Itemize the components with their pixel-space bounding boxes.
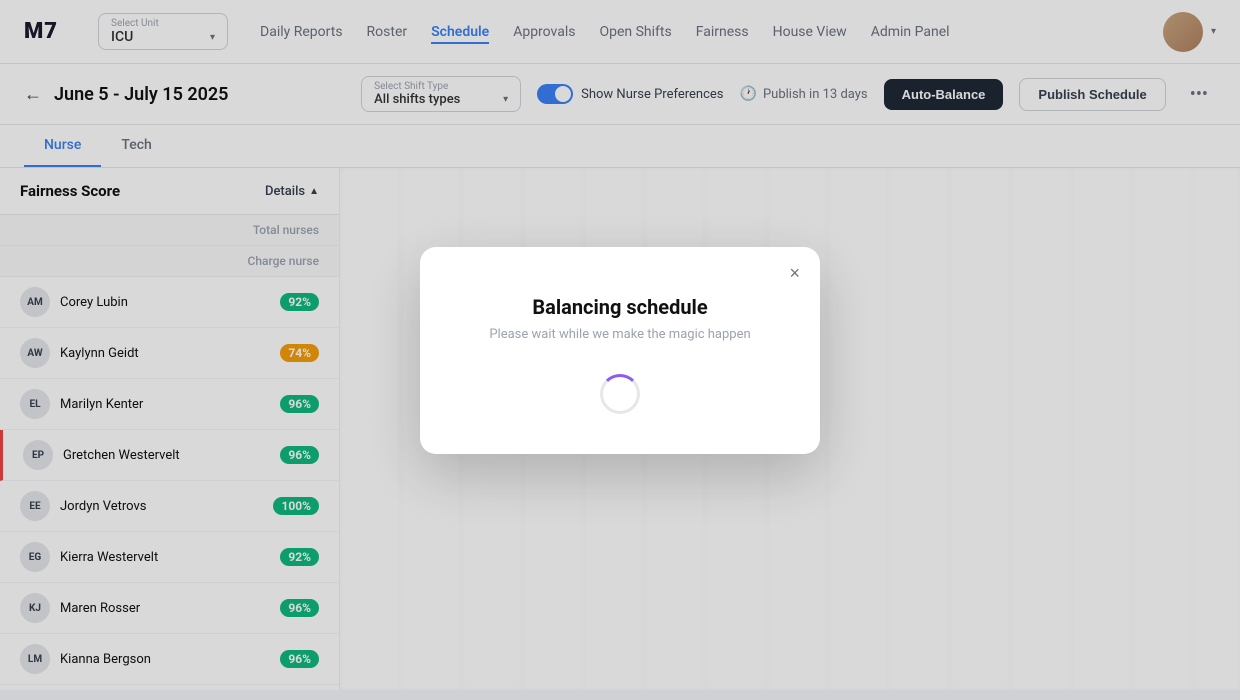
modal-close-button[interactable]: × [789, 263, 800, 284]
modal-subtitle: Please wait while we make the magic happ… [489, 327, 750, 342]
modal-overlay: × Balancing schedule Please wait while w… [0, 0, 1240, 700]
balancing-modal: × Balancing schedule Please wait while w… [420, 247, 820, 454]
modal-title: Balancing schedule [532, 295, 707, 319]
loading-spinner [600, 374, 640, 414]
